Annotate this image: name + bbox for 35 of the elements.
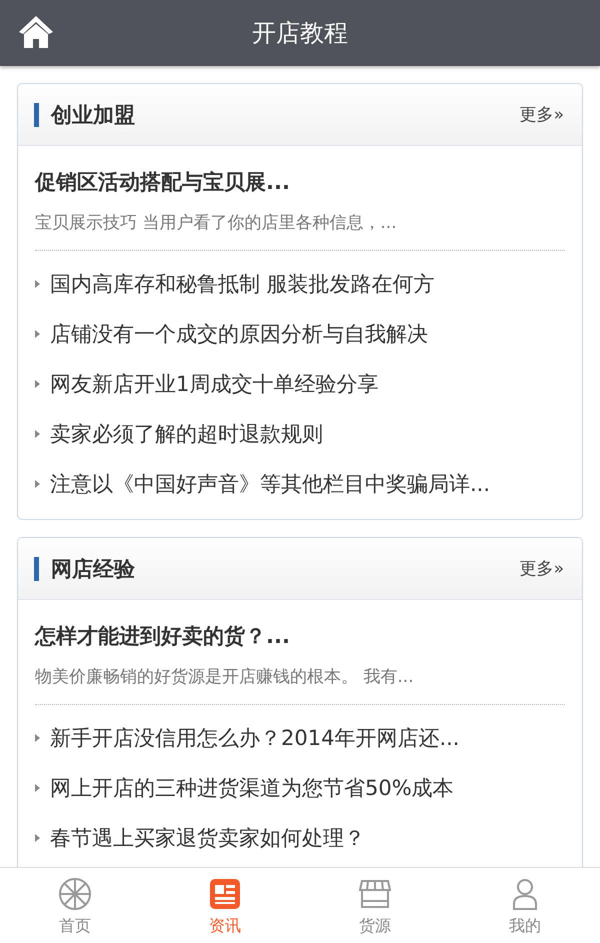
news-icon [210,879,240,909]
article-link[interactable]: 春节遇上买家退货卖家如何处理？ [50,824,365,852]
article-link[interactable]: 网友新店开业1周成交十单经验分享 [50,370,378,398]
article-link[interactable]: 卖家必须了解的超时退款规则 [50,420,323,448]
storefront-icon [359,879,391,909]
featured-summary: 物美价廉畅销的好货源是开店赚钱的根本。 我有... [35,666,415,689]
section-title: 创业加盟 [51,102,135,128]
accent-bar [34,556,39,580]
page-title: 开店教程 [252,18,348,49]
tab[interactable]: 货源 [300,868,450,943]
featured-title[interactable]: 促销区活动搭配与宝贝展... [35,164,565,200]
featured-summary: 宝贝展示技巧 当用户看了你的店里各种信息，... [35,212,398,235]
more-link[interactable]: 更多» [520,557,564,580]
bullet-icon [35,330,40,338]
bullet-icon [35,380,40,388]
bullet-icon [35,280,40,288]
flower-icon [58,877,92,911]
more-link[interactable]: 更多» [520,103,564,126]
bullet-icon [35,734,40,742]
section-title: 网店经验 [51,556,135,582]
home-icon[interactable] [17,14,55,50]
user-icon [512,878,538,910]
bullet-icon [35,430,40,438]
bullet-icon [35,784,40,792]
tab[interactable]: 首页 [0,868,150,943]
accent-bar [34,102,39,126]
article-link[interactable]: 国内高库存和秘鲁抵制 服装批发路在何方 [50,270,435,298]
article-link[interactable]: 店铺没有一个成交的原因分析与自我解决 [50,320,428,348]
article-link[interactable]: 注意以《中国好声音》等其他栏目中奖骗局详... [50,470,490,498]
featured-title[interactable]: 怎样才能进到好卖的货？... [35,618,565,654]
bullet-icon [35,834,40,842]
article-link[interactable]: 网上开店的三种进货渠道为您节省50%成本 [50,774,454,802]
article-link[interactable]: 新手开店没信用怎么办？2014年开网店还... [50,724,460,752]
bullet-icon [35,480,40,488]
tab[interactable]: 我的 [450,868,600,943]
